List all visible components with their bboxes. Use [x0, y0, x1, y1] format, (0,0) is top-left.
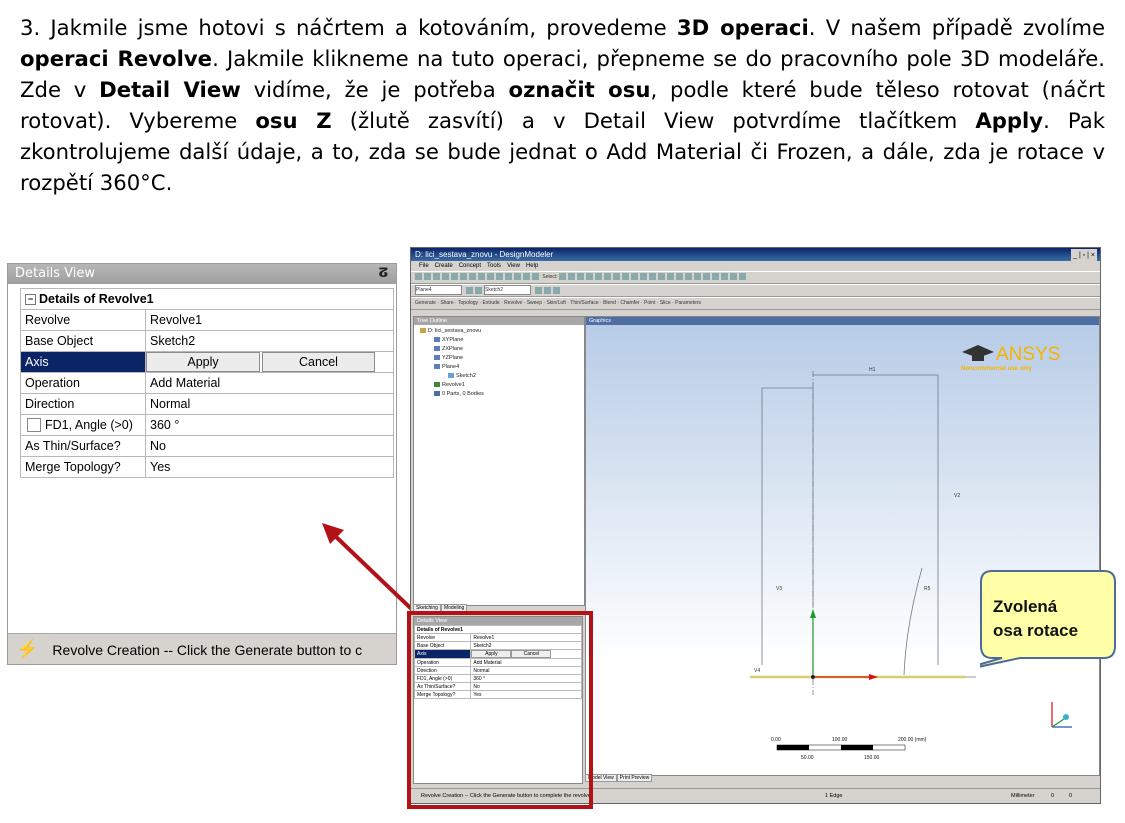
details-row[interactable]: FD1, Angle (>0) 360 °: [20, 414, 394, 436]
graphics-title: Graphics: [586, 317, 1099, 325]
collapse-icon[interactable]: −: [25, 294, 36, 306]
details-row[interactable]: Revolve Revolve1: [20, 309, 394, 331]
bold-run: 3D operaci: [676, 15, 809, 40]
bold-run: operaci Revolve: [20, 46, 213, 71]
tree-node-plane[interactable]: Plane4: [434, 364, 459, 370]
text-run: 3. Jakmile jsme hotovi s náčrtem a kotov…: [20, 15, 677, 40]
tree-node-root[interactable]: D: lici_sestava_znovu: [420, 328, 481, 334]
menu-concept[interactable]: Concept: [459, 263, 481, 269]
tree-node-parts[interactable]: 0 Parts, 0 Bodies: [434, 391, 484, 397]
lightning-icon: ⚡: [16, 639, 39, 659]
svg-text:V4: V4: [754, 668, 760, 674]
sketch-drawing[interactable]: ANSYS Noncommercial use only H1 V2 V3 V4…: [586, 325, 1099, 775]
scale-bar: 0.00 100.00 200.00 (mm) 50.00 150.00: [771, 737, 927, 761]
details-row[interactable]: Direction Normal: [20, 393, 394, 415]
svg-text:200.00 (mm): 200.00 (mm): [898, 737, 927, 743]
toolbar-features: Generate · Share · Topology · Extrude · …: [411, 297, 1100, 310]
cancel-button[interactable]: Cancel: [262, 352, 375, 372]
bold-run: Apply: [975, 108, 1044, 133]
tree-node-plane[interactable]: YZPlane: [434, 355, 463, 361]
plane-select[interactable]: Plane4: [415, 285, 462, 295]
tree-node-revolve[interactable]: Revolve1: [434, 382, 465, 388]
details-view-title: Details View: [15, 266, 96, 281]
pin-icon[interactable]: ⵒ: [379, 264, 388, 284]
axis-triad: [1051, 702, 1072, 728]
generate-button[interactable]: Generate: [415, 300, 436, 306]
bold-run: osu Z: [255, 108, 332, 133]
tree-node-plane[interactable]: ZXPlane: [434, 346, 463, 352]
bold-run: Detail View: [99, 77, 241, 102]
bold-run: označit osu: [508, 77, 651, 102]
ansys-logo: ANSYS Noncommercial use only: [961, 344, 1060, 372]
svg-text:150.00: 150.00: [864, 755, 880, 761]
apply-button[interactable]: Apply: [146, 352, 260, 372]
svg-text:H1: H1: [869, 367, 876, 373]
details-row[interactable]: Base Object Sketch2: [20, 330, 394, 352]
menu-help[interactable]: Help: [526, 263, 538, 269]
details-row[interactable]: Merge Topology? Yes: [20, 456, 394, 478]
menu-view[interactable]: View: [507, 263, 520, 269]
callout-text: Zvolená osa rotace: [993, 597, 1079, 640]
parameter-checkbox[interactable]: [27, 418, 41, 433]
menu-file[interactable]: File: [419, 263, 429, 269]
select-label[interactable]: Select:: [542, 274, 557, 280]
status-bar: ⚡ Revolve Creation -- Click the Generate …: [8, 633, 396, 664]
toolbar-plane: Plane4 Sketch2: [411, 284, 1100, 297]
bottom-tabs: Model View Print Preview: [585, 774, 653, 782]
menu-tools[interactable]: Tools: [487, 263, 501, 269]
callout-axis: Zvolená osa rotace: [980, 570, 1116, 668]
svg-text:V3: V3: [776, 586, 782, 592]
window-controls[interactable]: _ | ▫ | ×: [1071, 249, 1097, 262]
svg-text:100.00: 100.00: [832, 737, 848, 743]
svg-text:R5: R5: [924, 586, 931, 592]
svg-text:V2: V2: [954, 493, 960, 499]
svg-text:0.00: 0.00: [771, 737, 781, 743]
tree-title: Tree Outline: [414, 317, 584, 325]
tab-print-preview[interactable]: Print Preview: [616, 774, 653, 782]
details-table: − Details of Revolve1 Revolve Revolve1 Bas…: [20, 288, 394, 478]
tree-outline: Tree Outline D: lici_sestava_znovu XYPla…: [413, 316, 585, 606]
text-run: vidíme, že je potřeba: [240, 77, 509, 102]
svg-text:ANSYS: ANSYS: [996, 344, 1060, 365]
menu-bar: File Create Concept Tools View Help: [411, 261, 1100, 271]
instruction-paragraph: 3. Jakmile jsme hotovi s náčrtem a kotov…: [20, 12, 1105, 198]
details-header[interactable]: − Details of Revolve1: [20, 288, 394, 310]
details-view-titlebar: Details View ⵒ: [8, 264, 396, 284]
menu-create[interactable]: Create: [435, 263, 453, 269]
tree-node-plane[interactable]: XYPlane: [434, 337, 463, 343]
highlight-frame: [407, 611, 593, 809]
text-run: . V našem případě zvolíme: [808, 15, 1106, 40]
svg-text:Noncommercial use only: Noncommercial use only: [961, 366, 1033, 372]
sketch-select[interactable]: Sketch2: [484, 285, 531, 295]
details-row[interactable]: As Thin/Surface? No: [20, 435, 394, 457]
graphics-viewport[interactable]: Graphics ANSYS Noncommercial use only H1…: [585, 316, 1100, 776]
window-titlebar: D: lici_sestava_znovu - DesignModeler _ |…: [411, 248, 1100, 262]
tree-node-sketch[interactable]: Sketch2: [448, 373, 476, 379]
details-row[interactable]: Operation Add Material: [20, 372, 394, 394]
details-row-axis[interactable]: Axis Apply Cancel: [20, 351, 394, 373]
toolbar-main: Select:: [411, 271, 1100, 284]
text-run: (žlutě zasvítí) a v Detail View potvrdím…: [331, 108, 976, 133]
svg-text:50.00: 50.00: [801, 755, 814, 761]
